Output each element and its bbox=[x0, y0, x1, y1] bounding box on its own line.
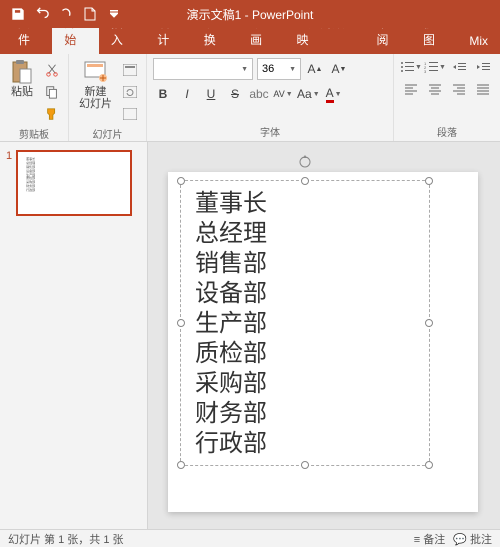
paste-label: 粘贴 bbox=[11, 86, 33, 98]
group-clipboard: 粘贴 剪贴板 bbox=[0, 54, 69, 141]
qat-customize-button[interactable] bbox=[102, 2, 126, 26]
new-file-button[interactable] bbox=[78, 2, 102, 26]
paste-icon bbox=[10, 60, 34, 84]
new-slide-label: 新建 幻灯片 bbox=[79, 86, 112, 110]
shrink-font-button[interactable]: A▼ bbox=[329, 59, 349, 79]
save-button[interactable] bbox=[6, 2, 30, 26]
group-slides: 新建 幻灯片 幻灯片 bbox=[69, 54, 147, 141]
numbering-button[interactable]: 123▼ bbox=[424, 58, 446, 76]
group-font: ▼ 36 ▼ A▲ A▼ B I U S abc AV▼ Aa▼ A▼ 字体 bbox=[147, 54, 394, 141]
svg-text:3: 3 bbox=[424, 69, 427, 73]
resize-handle-se[interactable] bbox=[425, 461, 433, 469]
resize-handle-e[interactable] bbox=[425, 319, 433, 327]
italic-button[interactable]: I bbox=[177, 84, 197, 104]
work-area: 1 董事长总经理销售部设备部生产部质检部采购部财务部行政部 董事长总经理销售部设… bbox=[0, 142, 500, 529]
font-size-value: 36 bbox=[262, 63, 274, 75]
cut-button[interactable] bbox=[42, 60, 62, 80]
char-spacing-button[interactable]: AV▼ bbox=[273, 84, 293, 104]
ribbon: 粘贴 剪贴板 新建 幻灯片 幻灯片 bbox=[0, 54, 500, 142]
new-slide-button[interactable]: 新建 幻灯片 bbox=[75, 58, 116, 112]
justify-button[interactable] bbox=[472, 80, 494, 98]
grow-font-button[interactable]: A▲ bbox=[305, 59, 325, 79]
decrease-indent-button[interactable] bbox=[448, 58, 470, 76]
ribbon-tabs: 文件 开始 插入 设计 切换 动画 幻灯片放映 审阅 视图 Mix bbox=[0, 28, 500, 54]
bullets-button[interactable]: ▼ bbox=[400, 58, 422, 76]
new-slide-icon bbox=[84, 60, 108, 84]
thumbnail-number: 1 bbox=[6, 150, 12, 216]
align-left-button[interactable] bbox=[400, 80, 422, 98]
paragraph-group-label: 段落 bbox=[400, 124, 494, 139]
text-box-content[interactable]: 董事长总经理销售部设备部生产部质检部采购部财务部行政部 bbox=[195, 189, 415, 459]
resize-handle-w[interactable] bbox=[177, 319, 185, 327]
slide-canvas[interactable]: 董事长总经理销售部设备部生产部质检部采购部财务部行政部 bbox=[148, 142, 500, 529]
resize-handle-s[interactable] bbox=[301, 461, 309, 469]
window-title: 演示文稿1 - PowerPoint bbox=[187, 6, 314, 23]
comments-button[interactable]: 💬 批注 bbox=[453, 531, 492, 547]
rotate-handle[interactable] bbox=[298, 155, 312, 169]
resize-handle-sw[interactable] bbox=[177, 461, 185, 469]
quick-access-toolbar: 演示文稿1 - PowerPoint bbox=[0, 0, 500, 28]
font-group-label: 字体 bbox=[153, 124, 387, 139]
resize-handle-ne[interactable] bbox=[425, 177, 433, 185]
status-bar: 幻灯片 第 1 张，共 1 张 ≡ 备注 💬 批注 bbox=[0, 529, 500, 547]
resize-handle-n[interactable] bbox=[301, 177, 309, 185]
tab-mix[interactable]: Mix bbox=[457, 29, 500, 54]
resize-handle-nw[interactable] bbox=[177, 177, 185, 185]
slide-thumbnails-panel: 1 董事长总经理销售部设备部生产部质检部采购部财务部行政部 bbox=[0, 142, 148, 529]
slide-counter: 幻灯片 第 1 张，共 1 张 bbox=[8, 531, 124, 547]
slides-group-label: 幻灯片 bbox=[75, 126, 140, 141]
font-size-combo[interactable]: 36 ▼ bbox=[257, 58, 301, 80]
section-button[interactable] bbox=[120, 104, 140, 124]
copy-button[interactable] bbox=[42, 82, 62, 102]
slide-thumbnail-1[interactable]: 董事长总经理销售部设备部生产部质检部采购部财务部行政部 bbox=[16, 150, 132, 216]
chevron-down-icon: ▼ bbox=[289, 66, 296, 73]
align-center-button[interactable] bbox=[424, 80, 446, 98]
shadow-button[interactable]: abc bbox=[249, 84, 269, 104]
slide[interactable]: 董事长总经理销售部设备部生产部质检部采购部财务部行政部 bbox=[168, 172, 478, 512]
notes-button[interactable]: ≡ 备注 bbox=[414, 531, 445, 547]
group-paragraph: ▼ 123▼ 段落 bbox=[394, 54, 500, 141]
increase-indent-button[interactable] bbox=[472, 58, 494, 76]
chevron-down-icon: ▼ bbox=[241, 66, 248, 73]
text-box[interactable]: 董事长总经理销售部设备部生产部质检部采购部财务部行政部 bbox=[180, 180, 430, 466]
font-color-button[interactable]: A▼ bbox=[324, 84, 344, 104]
strikethrough-button[interactable]: S bbox=[225, 84, 245, 104]
reset-button[interactable] bbox=[120, 82, 140, 102]
thumbnail-preview-text: 董事长总经理销售部设备部生产部质检部采购部财务部行政部 bbox=[26, 158, 35, 193]
undo-button[interactable] bbox=[30, 2, 54, 26]
bold-button[interactable]: B bbox=[153, 84, 173, 104]
layout-button[interactable] bbox=[120, 60, 140, 80]
paste-button[interactable]: 粘贴 bbox=[6, 58, 38, 100]
underline-button[interactable]: U bbox=[201, 84, 221, 104]
font-name-combo[interactable]: ▼ bbox=[153, 58, 253, 80]
align-right-button[interactable] bbox=[448, 80, 470, 98]
format-painter-button[interactable] bbox=[42, 104, 62, 124]
clipboard-group-label: 剪贴板 bbox=[6, 126, 62, 141]
redo-button[interactable] bbox=[54, 2, 78, 26]
change-case-button[interactable]: Aa▼ bbox=[297, 84, 320, 104]
